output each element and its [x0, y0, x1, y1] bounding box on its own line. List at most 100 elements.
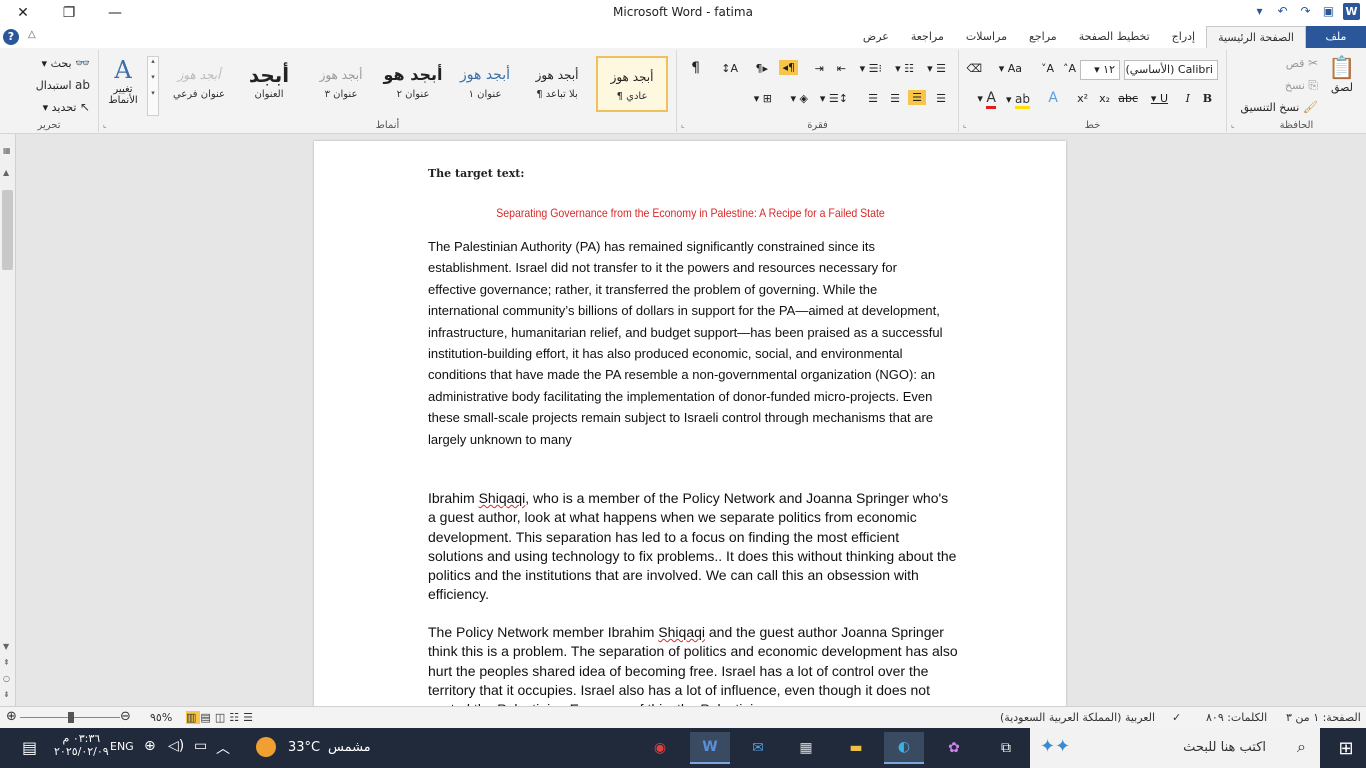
collapse-ribbon-icon[interactable]: △: [28, 29, 36, 40]
weather-icon[interactable]: [256, 737, 276, 757]
strikethrough-button[interactable]: abc: [1118, 92, 1138, 105]
decrease-indent-icon[interactable]: ⇤: [837, 62, 846, 75]
taskbar-chrome-icon[interactable]: ◉: [640, 732, 680, 764]
text-effects-icon[interactable]: A: [1048, 90, 1058, 106]
taskbar-store-icon[interactable]: ▦: [786, 732, 826, 764]
bullet-list-icon[interactable]: ☷ ▾: [895, 62, 914, 75]
input-language[interactable]: ENG: [110, 740, 134, 753]
proofing-icon[interactable]: ✓: [1172, 711, 1181, 724]
ruler-toggle-icon[interactable]: ▦: [3, 146, 11, 155]
italic-button[interactable]: I: [1186, 92, 1190, 105]
view-buttons[interactable]: ☰☷◫▤▥: [186, 711, 257, 724]
show-paragraph-marks-icon[interactable]: ¶: [691, 60, 700, 76]
clipboard-launcher-icon[interactable]: ⌞: [1231, 120, 1235, 129]
document-page[interactable]: The target text: Separating Governance f…: [314, 141, 1066, 707]
scroll-up-icon[interactable]: ▲: [3, 168, 9, 177]
format-painter-button[interactable]: 🖌 نسخ التنسيق: [1240, 100, 1318, 114]
font-name-select[interactable]: Calibri (الأساسي) ▾: [1124, 60, 1218, 80]
draft-view-icon[interactable]: ☰: [243, 711, 257, 724]
align-center-icon[interactable]: ☰: [908, 90, 926, 105]
ltr-direction-icon[interactable]: ▸¶: [755, 62, 768, 75]
zoom-slider-thumb[interactable]: [68, 712, 74, 723]
paragraph-1[interactable]: The Palestinian Authority (PA) has remai…: [428, 236, 943, 450]
change-case-button[interactable]: Aa ▾: [999, 62, 1022, 75]
undo-icon[interactable]: ↶: [1274, 3, 1291, 20]
tab-insert[interactable]: إدراج: [1161, 26, 1206, 48]
volume-icon[interactable]: ◁): [168, 738, 184, 754]
grow-font-button[interactable]: A˄: [1063, 62, 1076, 75]
tab-page-layout[interactable]: تخطيط الصفحة: [1068, 26, 1161, 48]
font-launcher-icon[interactable]: ⌞: [963, 120, 967, 129]
tab-mailings[interactable]: مراسلات: [955, 26, 1018, 48]
shrink-font-button[interactable]: A˅: [1041, 62, 1054, 75]
sort-icon[interactable]: A↕: [721, 62, 738, 75]
find-button[interactable]: 👓 بحث ▾: [42, 56, 90, 70]
tab-references[interactable]: مراجع: [1018, 26, 1068, 48]
language-indicator[interactable]: العربية (المملكة العربية السعودية): [1000, 711, 1155, 724]
tab-home[interactable]: الصفحة الرئيسية: [1206, 26, 1306, 48]
taskbar-outlook-icon[interactable]: ✉: [738, 732, 778, 764]
spelling-error[interactable]: Shiqaqi: [479, 490, 526, 506]
paste-button[interactable]: 📋 لصق: [1326, 56, 1358, 94]
paragraph-2[interactable]: Ibrahim Shiqaqi, who is a member of the …: [428, 489, 958, 605]
spelling-error[interactable]: Shiqaqi: [658, 624, 705, 640]
outline-view-icon[interactable]: ☷: [229, 711, 243, 724]
scroll-down-icon[interactable]: ▼: [3, 642, 9, 651]
style-heading-1[interactable]: أبجد هوز عنوان ١: [449, 56, 521, 112]
weather-condition[interactable]: مشمس: [328, 740, 371, 755]
superscript-button[interactable]: x²: [1077, 92, 1088, 105]
battery-icon[interactable]: ▭: [194, 738, 207, 754]
select-button[interactable]: ↖ تحديد ▾: [43, 100, 90, 114]
web-layout-icon[interactable]: ◫: [215, 711, 229, 724]
tab-view[interactable]: عرض: [852, 26, 900, 48]
underline-button[interactable]: U ▾: [1151, 92, 1168, 105]
styles-gallery-scroll[interactable]: ▴ ▾ ▾: [147, 56, 159, 116]
previous-page-icon[interactable]: ⇞: [3, 658, 10, 667]
align-left-icon[interactable]: ☰: [890, 92, 900, 105]
reading-view-icon[interactable]: ▤: [200, 711, 214, 724]
zoom-level[interactable]: %٩٥: [150, 711, 172, 724]
clear-formatting-icon[interactable]: ⌫: [966, 62, 982, 75]
start-button[interactable]: ⊞: [1326, 728, 1366, 768]
tab-review[interactable]: مراجعة: [900, 26, 955, 48]
borders-icon[interactable]: ⊞ ▾: [754, 92, 772, 105]
taskbar-copilot-icon[interactable]: ✿: [934, 732, 974, 764]
style-subtitle[interactable]: أبجد هوز عنوان فرعي: [163, 56, 235, 112]
browse-object-icon[interactable]: ○: [3, 674, 10, 683]
style-title[interactable]: أبجد العنوان: [233, 56, 305, 112]
taskbar-search-box[interactable]: ✦✦ اكتب هنا للبحث ⌕: [1030, 728, 1320, 768]
copy-button[interactable]: ⎘ نسخ: [1285, 78, 1318, 93]
zoom-out-icon[interactable]: ⊖: [120, 709, 131, 724]
paragraph-launcher-icon[interactable]: ⌞: [681, 120, 685, 129]
styles-launcher-icon[interactable]: ⌞: [103, 120, 107, 129]
align-distributed-icon[interactable]: ☰: [868, 92, 878, 105]
shading-icon[interactable]: ◈ ▾: [791, 92, 808, 105]
scrollbar-thumb[interactable]: [2, 190, 13, 270]
word-count[interactable]: الكلمات: ٨٠٩: [1206, 711, 1267, 724]
font-size-select[interactable]: ١٢ ▾: [1080, 60, 1120, 80]
bold-button[interactable]: B: [1203, 92, 1212, 105]
style-heading-3[interactable]: أبجد هوز عنوان ٣: [305, 56, 377, 112]
customize-qat-icon[interactable]: ▾: [1251, 3, 1268, 20]
taskbar-word-icon[interactable]: W: [690, 732, 730, 764]
line-spacing-icon[interactable]: ↕☰ ▾: [820, 92, 848, 105]
network-icon[interactable]: ⊕: [144, 738, 156, 754]
notification-icon[interactable]: ▤: [22, 738, 37, 757]
increase-indent-icon[interactable]: ⇥: [815, 62, 824, 75]
zoom-in-icon[interactable]: ⊕: [6, 709, 17, 724]
vertical-scrollbar[interactable]: ▦ ▲ ▼ ⇞ ○ ⇟: [0, 134, 16, 706]
tab-file[interactable]: ملف: [1306, 26, 1366, 48]
style-heading-2[interactable]: أبجد هو عنوان ٢: [377, 56, 449, 112]
weather-temperature[interactable]: 33°C: [288, 740, 320, 755]
next-page-icon[interactable]: ⇟: [3, 690, 10, 699]
task-view-icon[interactable]: ⧉: [986, 732, 1026, 764]
clock[interactable]: ٠٣:٣٦ م ٢٠٢٥/٠٢/٠٩: [54, 732, 109, 758]
taskbar-edge-icon[interactable]: ◐: [884, 732, 924, 764]
subscript-button[interactable]: x₂: [1099, 92, 1110, 105]
replace-button[interactable]: ab استبدال: [36, 78, 90, 92]
redo-icon[interactable]: ↷: [1297, 3, 1314, 20]
font-color-button[interactable]: A ▾: [977, 90, 996, 109]
numbered-list-icon[interactable]: ☰ ▾: [927, 62, 946, 75]
page-number[interactable]: الصفحة: ١ من ٣: [1286, 711, 1361, 724]
align-justify-icon[interactable]: ☰: [936, 92, 946, 105]
